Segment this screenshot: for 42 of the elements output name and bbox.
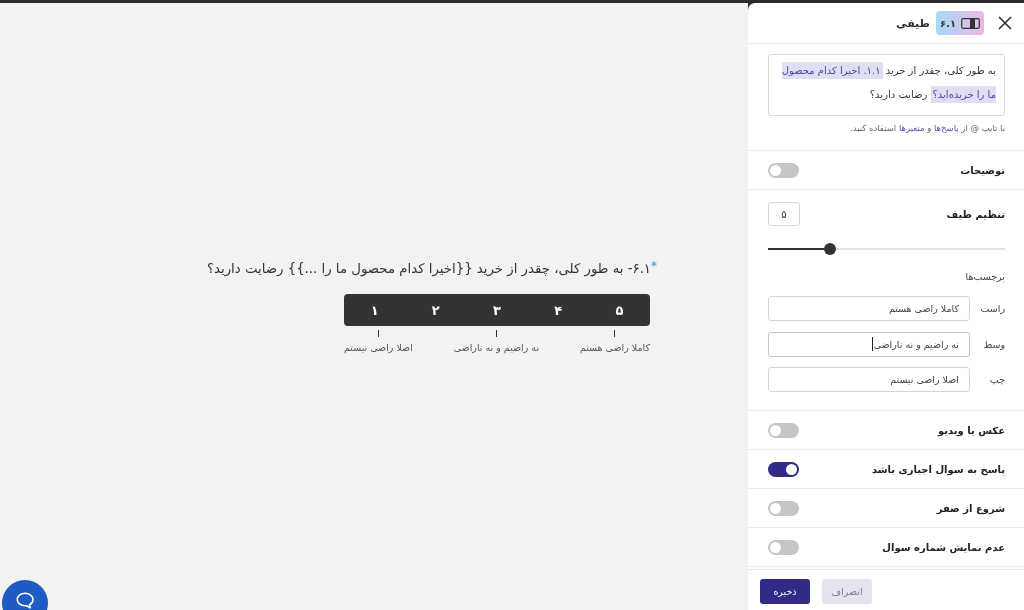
toggle-switch[interactable] (768, 539, 799, 555)
scale-label: کاملا راضی هستم (579, 342, 650, 354)
scale-option[interactable]: ۱ (344, 294, 406, 326)
scale-label: نه راضیم و نه ناراضی (453, 342, 540, 354)
scale-option[interactable]: ۲ (405, 294, 467, 326)
setting-label: عکس یا ویدیو (937, 424, 1005, 436)
toggle-switch[interactable] (768, 422, 799, 438)
text-field[interactable]: اصلا راضی نیستم (768, 367, 970, 392)
tick-mark (495, 330, 497, 337)
close-button[interactable] (998, 16, 1012, 30)
setting-label: توضیحات (960, 164, 1005, 176)
field-label: چپ (989, 374, 1005, 385)
hint-link[interactable]: متغیرها (898, 123, 925, 133)
question-number: ۶.۱ (940, 17, 956, 29)
toggle-switch[interactable] (768, 461, 799, 477)
field-label: راست (980, 303, 1005, 314)
field-label: وسط (983, 338, 1005, 350)
labels-heading: برچسب‌ها (964, 270, 1005, 284)
save-button[interactable]: ذخیره (760, 579, 810, 604)
setting-label: عدم نمایش شماره سوال (882, 541, 1005, 553)
setting-label: تنظیم طیف (946, 208, 1005, 220)
tick-mark (614, 330, 616, 337)
toggle-switch[interactable] (768, 162, 799, 178)
setting-label: پاسخ به سوال اجباری باشد (871, 463, 1005, 475)
question-text-field[interactable]: به طور کلی، چقدر از خرید ۱.۱. اخیرا کدام محصول ما را خریده‌اید؟ رضایت دارید؟ (768, 54, 1005, 116)
scale-option[interactable]: ۴ (527, 294, 589, 326)
scale-option[interactable]: ۳ (466, 294, 528, 326)
slider-thumb[interactable] (823, 243, 836, 255)
panel-title: طیفی (896, 16, 930, 30)
scale-option[interactable]: ۵ (588, 294, 650, 326)
tick-mark (377, 330, 379, 337)
text-field[interactable]: کاملا راضی هستم (768, 296, 970, 321)
text-field[interactable]: نه راضیم و نه ناراضی (768, 331, 970, 357)
speech-bubble-icon (16, 592, 34, 609)
slider-icon (961, 17, 980, 29)
close-icon (998, 16, 1012, 30)
setting-label: شروع از صفر (936, 502, 1005, 514)
hint-text: با تایپ @ از پاسخ‌ها و متغیرها استفاده کنید. (848, 122, 1005, 134)
scale-label: اصلا راضی نیستم (344, 342, 413, 354)
hint-link[interactable]: پاسخ‌ها (933, 123, 959, 133)
toggle-switch[interactable] (768, 500, 799, 516)
number-field[interactable]: ۵ (768, 202, 800, 226)
